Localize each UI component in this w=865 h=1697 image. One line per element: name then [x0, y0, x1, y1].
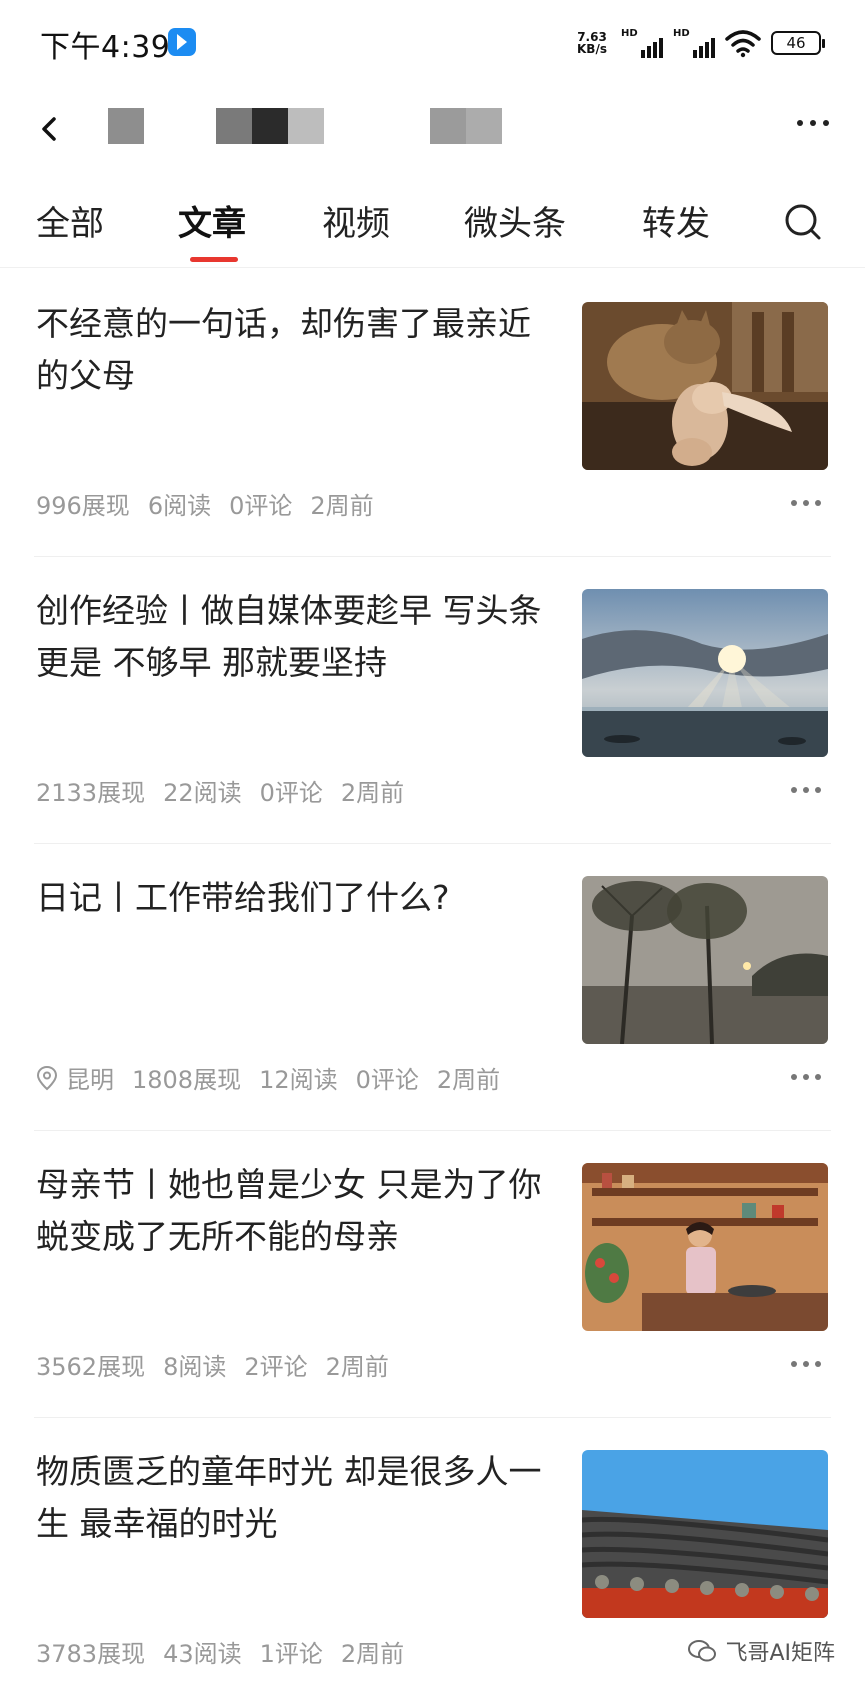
item-more-icon[interactable] [791, 1361, 821, 1367]
reads-count: 22阅读 [163, 779, 242, 807]
signal-2-icon: HD [673, 28, 715, 58]
article-title[interactable]: 日记丨工作带给我们了什么? [36, 872, 546, 924]
views-count: 2133展现 [36, 779, 146, 807]
article-thumbnail[interactable] [582, 876, 828, 1044]
back-arrow-icon[interactable] [34, 111, 64, 147]
signal-1-icon: HD [621, 28, 663, 58]
comments-count: 1评论 [259, 1640, 323, 1668]
publish-time: 2周前 [325, 1353, 389, 1381]
article-thumbnail[interactable] [582, 589, 828, 757]
active-tab-indicator [190, 257, 238, 262]
redacted-name-block-6 [466, 108, 502, 144]
list-item[interactable]: 创作经验丨做自媒体要趁早 写头条更是 不够早 那就要坚持 2133展现 22阅读… [0, 557, 865, 844]
signal-2-label: HD [673, 28, 690, 39]
woman-cooking-image [582, 1163, 828, 1331]
views-count: 3562展现 [36, 1353, 146, 1381]
tab-all[interactable]: 全部 [36, 196, 104, 245]
article-stats: 996展现 6阅读 0评论 2周前 [36, 486, 374, 521]
net-speed-unit: KB/s [577, 42, 607, 56]
watermark: 飞哥AI矩阵 [687, 1635, 835, 1667]
publish-time: 2周前 [340, 1640, 405, 1668]
tab-micro-posts[interactable]: 微头条 [464, 196, 566, 245]
location-name: 昆明 [66, 1066, 114, 1094]
reads-count: 6阅读 [147, 492, 212, 520]
comments-count: 0评论 [229, 492, 293, 520]
tab-reposts[interactable]: 转发 [642, 196, 710, 245]
item-more-icon[interactable] [791, 500, 821, 506]
location-tag: 昆明 [36, 1060, 114, 1095]
article-title[interactable]: 物质匮乏的童年时光 却是很多人一生 最幸福的时光 [36, 1446, 546, 1550]
publish-time: 2周前 [310, 492, 374, 520]
app-notification-icon [168, 28, 196, 56]
reads-count: 12阅读 [259, 1066, 338, 1094]
content-tabs: 全部 文章 视频 微头条 转发 [0, 172, 865, 268]
sunrays-lake-image [582, 589, 828, 757]
article-stats: 3783展现 43阅读 1评论 2周前 [36, 1634, 404, 1669]
publish-time: 2周前 [436, 1066, 501, 1094]
publish-time: 2周前 [340, 779, 405, 807]
trees-lake-image [582, 876, 828, 1044]
article-stats: 昆明 1808展现 12阅读 0评论 2周前 [36, 1060, 500, 1095]
article-thumbnail[interactable] [582, 1163, 828, 1331]
top-nav [0, 86, 865, 172]
article-thumbnail[interactable] [582, 302, 828, 470]
comments-count: 2评论 [244, 1353, 308, 1381]
status-bar: 下午4:39 7.63 KB/s HD HD 46 [0, 0, 865, 86]
article-thumbnail[interactable] [582, 1450, 828, 1618]
net-speed: 7.63 KB/s [573, 31, 611, 55]
views-count: 1808展现 [132, 1066, 242, 1094]
status-time: 下午4:39 [40, 30, 171, 65]
signal-1-label: HD [621, 28, 638, 39]
cat-and-rabbit-image [582, 302, 828, 470]
redacted-name-block-2 [216, 108, 252, 144]
reads-count: 8阅读 [163, 1353, 227, 1381]
tiled-roof-image [582, 1450, 828, 1618]
item-more-icon[interactable] [791, 1074, 821, 1080]
search-icon[interactable] [783, 202, 823, 242]
redacted-name-block-4 [288, 108, 324, 144]
article-title[interactable]: 不经意的一句话，却伤害了最亲近的父母 [36, 298, 546, 402]
article-stats: 2133展现 22阅读 0评论 2周前 [36, 773, 404, 808]
tab-articles[interactable]: 文章 [178, 196, 246, 245]
list-item[interactable]: 母亲节丨她也曾是少女 只是为了你 蜕变成了无所不能的母亲 3562展现 8阅读 … [0, 1131, 865, 1418]
article-stats: 3562展现 8阅读 2评论 2周前 [36, 1347, 389, 1382]
wifi-icon [725, 30, 761, 58]
wechat-icon [688, 1640, 717, 1662]
redacted-name-block-5 [430, 108, 466, 144]
tab-videos[interactable]: 视频 [322, 196, 390, 245]
article-title[interactable]: 创作经验丨做自媒体要趁早 写头条更是 不够早 那就要坚持 [36, 585, 546, 689]
item-more-icon[interactable] [791, 787, 821, 793]
views-count: 3783展现 [36, 1640, 146, 1668]
status-indicators: 7.63 KB/s HD HD 46 [573, 26, 825, 60]
comments-count: 0评论 [259, 779, 323, 807]
battery-icon: 46 [771, 31, 825, 55]
redacted-name-block-3 [252, 108, 288, 144]
watermark-text: 飞哥AI矩阵 [725, 1641, 835, 1666]
list-item[interactable]: 日记丨工作带给我们了什么? 昆明 1808展现 12阅读 0评论 2周前 [0, 844, 865, 1131]
comments-count: 0评论 [355, 1066, 419, 1094]
reads-count: 43阅读 [163, 1640, 242, 1668]
redacted-name-block-1 [108, 108, 144, 144]
views-count: 996展现 [36, 492, 130, 520]
location-pin-icon [36, 1065, 58, 1090]
list-item[interactable]: 不经意的一句话，却伤害了最亲近的父母 996展现 6阅读 0评论 2周前 [0, 270, 865, 557]
article-title[interactable]: 母亲节丨她也曾是少女 只是为了你 蜕变成了无所不能的母亲 [36, 1159, 546, 1263]
more-options-icon[interactable] [797, 120, 829, 126]
